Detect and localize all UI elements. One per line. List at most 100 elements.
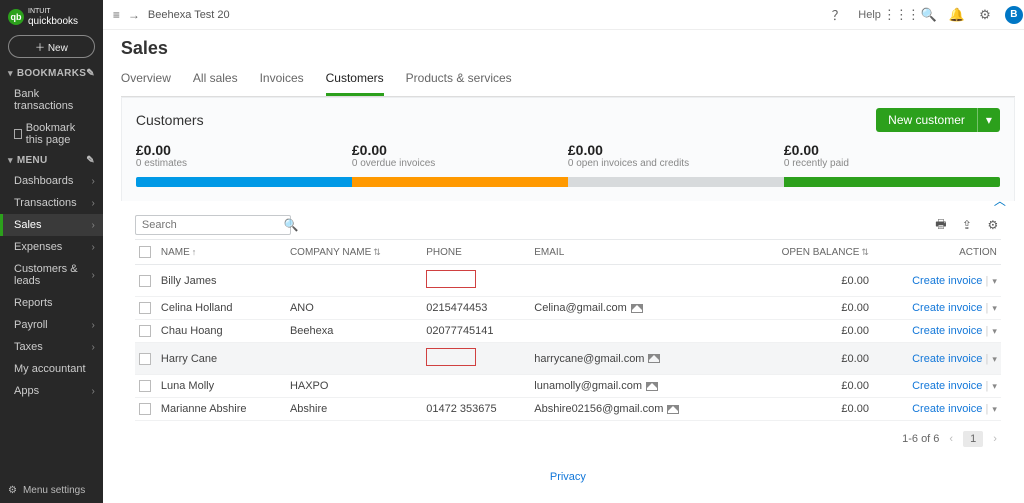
- new-button[interactable]: ＋ New: [8, 35, 95, 58]
- row-action-dropdown[interactable]: ▾: [992, 381, 997, 391]
- gear-icon[interactable]: ⚙: [977, 7, 993, 23]
- row-checkbox[interactable]: [139, 325, 151, 337]
- col-phone[interactable]: PHONE: [422, 240, 530, 265]
- sidebar-item-label: Payroll: [14, 319, 48, 331]
- col-name[interactable]: NAME↑: [157, 240, 286, 265]
- sidebar-item-transactions[interactable]: Transactions›: [0, 192, 103, 214]
- export-icon[interactable]: ⇪: [959, 217, 975, 233]
- row-checkbox[interactable]: [139, 380, 151, 392]
- stat-amount: £0.00: [784, 142, 1000, 158]
- apps-icon[interactable]: ⋮⋮⋮: [893, 7, 909, 23]
- table-row[interactable]: Harry Caneharrycane@gmail.com£0.00Create…: [135, 343, 1001, 375]
- edit-icon[interactable]: ✎: [86, 68, 95, 79]
- sidebar-item-reports[interactable]: Reports: [0, 292, 103, 314]
- pager-prev[interactable]: ‹: [949, 433, 953, 445]
- create-invoice-link[interactable]: Create invoice: [912, 275, 982, 287]
- panel-title: Customers: [136, 112, 204, 128]
- menu-settings-label: Menu settings: [23, 485, 85, 496]
- tab-invoices[interactable]: Invoices: [260, 67, 304, 96]
- search-icon[interactable]: 🔍: [284, 218, 299, 232]
- print-icon[interactable]: 🖶: [933, 217, 949, 233]
- collapse-panel-icon[interactable]: ︿: [994, 192, 1006, 209]
- bell-icon[interactable]: 🔔: [949, 7, 965, 23]
- sidebar-item-payroll[interactable]: Payroll ›: [0, 314, 103, 336]
- menu-label: MENU: [17, 155, 48, 166]
- edit-icon[interactable]: ✎: [86, 155, 95, 166]
- pager-next[interactable]: ›: [993, 433, 997, 445]
- select-all-checkbox[interactable]: [139, 246, 151, 258]
- bookmark-item[interactable]: Bank transactions: [0, 83, 103, 117]
- row-checkbox[interactable]: [139, 302, 151, 314]
- row-checkbox[interactable]: [139, 353, 151, 365]
- sidebar-item-dashboards[interactable]: Dashboards›: [0, 170, 103, 192]
- table-row[interactable]: Marianne AbshireAbshire01472 353675Abshi…: [135, 398, 1001, 421]
- create-invoice-link[interactable]: Create invoice: [912, 403, 982, 415]
- sidebar-item-apps[interactable]: Apps›: [0, 380, 103, 402]
- stat-amount: £0.00: [136, 142, 352, 158]
- company-name[interactable]: Beehexa Test 20: [148, 9, 230, 21]
- create-invoice-link[interactable]: Create invoice: [912, 353, 982, 365]
- chevron-right-icon: ›: [92, 320, 95, 331]
- row-action-dropdown[interactable]: ▾: [992, 326, 997, 336]
- stat-label: 0 estimates: [136, 158, 352, 169]
- main: ≡ → Beehexa Test 20 ？ Help ⋮⋮⋮ 🔍 🔔 ⚙ B S…: [103, 0, 1024, 503]
- col-email[interactable]: EMAIL: [530, 240, 741, 265]
- table-row[interactable]: Billy James£0.00Create invoice |▾: [135, 265, 1001, 297]
- bar-estimates[interactable]: [136, 177, 352, 187]
- avatar[interactable]: B: [1005, 6, 1023, 24]
- row-action-dropdown[interactable]: ▾: [992, 303, 997, 313]
- cell-email: [530, 265, 741, 297]
- search-input[interactable]: [142, 219, 284, 231]
- cell-company: [286, 343, 422, 375]
- chevron-down-icon: ▾: [8, 155, 13, 165]
- sidebar-item-my-accountant[interactable]: My accountant: [0, 358, 103, 380]
- bookmark-item[interactable]: Bookmark this page: [0, 117, 103, 151]
- table-settings-icon[interactable]: ⚙: [985, 217, 1001, 233]
- sidebar-item-expenses[interactable]: Expenses›: [0, 236, 103, 258]
- sidebar-item-label: Apps: [14, 385, 39, 397]
- table-row[interactable]: Celina HollandANO0215474453Celina@gmail.…: [135, 297, 1001, 320]
- tab-customers[interactable]: Customers: [326, 67, 384, 96]
- bar-paid[interactable]: [784, 177, 1000, 187]
- tab-products-services[interactable]: Products & services: [406, 67, 512, 96]
- create-invoice-link[interactable]: Create invoice: [912, 302, 982, 314]
- sidebar-item-customers-leads[interactable]: Customers & leads›: [0, 258, 103, 292]
- bookmark-label: Bank transactions: [14, 88, 95, 112]
- pager-page[interactable]: 1: [963, 431, 983, 447]
- new-customer-dropdown[interactable]: ▾: [977, 108, 1000, 132]
- help-label[interactable]: Help: [858, 9, 881, 21]
- menu-settings[interactable]: ⚙ Menu settings: [0, 478, 103, 503]
- tab-overview[interactable]: Overview: [121, 67, 171, 96]
- search-icon[interactable]: 🔍: [921, 7, 937, 23]
- col-company[interactable]: COMPANY NAME⇅: [286, 240, 422, 265]
- cell-name: Marianne Abshire: [157, 398, 286, 421]
- sidebar-item-label: Customers & leads: [14, 263, 92, 287]
- sidebar-item-label: Transactions: [14, 197, 77, 209]
- table-row[interactable]: Chau HoangBeehexa02077745141£0.00Create …: [135, 320, 1001, 343]
- col-balance[interactable]: OPEN BALANCE⇅: [741, 240, 872, 265]
- row-checkbox[interactable]: [139, 275, 151, 287]
- new-customer-button[interactable]: New customer: [876, 108, 977, 132]
- cell-name: Harry Cane: [157, 343, 286, 375]
- privacy-link[interactable]: Privacy: [135, 457, 1001, 497]
- help-icon[interactable]: ？: [830, 7, 846, 23]
- row-checkbox[interactable]: [139, 403, 151, 415]
- bar-open[interactable]: [568, 177, 784, 187]
- row-action-dropdown[interactable]: ▾: [992, 354, 997, 364]
- brand-text: INTUIT quickbooks: [28, 6, 78, 27]
- sidebar-item-taxes[interactable]: Taxes›: [0, 336, 103, 358]
- row-action-dropdown[interactable]: ▾: [992, 276, 997, 286]
- envelope-icon: [631, 304, 643, 313]
- create-invoice-link[interactable]: Create invoice: [912, 380, 982, 392]
- menu-toggle-icon[interactable]: ≡: [113, 8, 120, 22]
- bar-overdue[interactable]: [352, 177, 568, 187]
- cell-phone: 0215474453: [422, 297, 530, 320]
- bookmarks-section: ▾BOOKMARKS ✎: [0, 64, 103, 83]
- create-invoice-link[interactable]: Create invoice: [912, 325, 982, 337]
- cell-balance: £0.00: [741, 398, 872, 421]
- search-field[interactable]: 🔍: [135, 215, 291, 235]
- tab-all-sales[interactable]: All sales: [193, 67, 238, 96]
- table-row[interactable]: Luna MollyHAXPOlunamolly@gmail.com£0.00C…: [135, 375, 1001, 398]
- sidebar-item-sales[interactable]: Sales›: [0, 214, 103, 236]
- row-action-dropdown[interactable]: ▾: [992, 404, 997, 414]
